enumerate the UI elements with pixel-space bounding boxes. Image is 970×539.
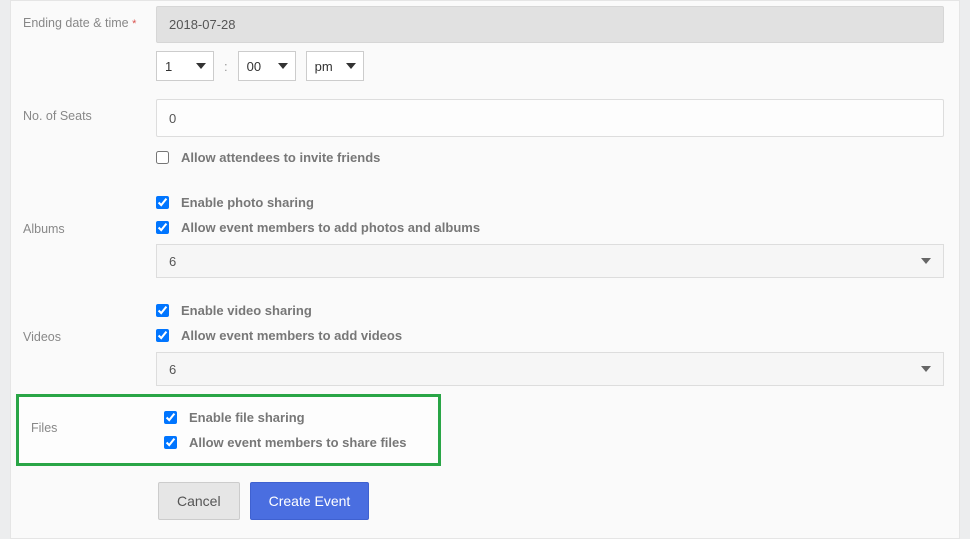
- enable-photo-checkbox[interactable]: [156, 196, 169, 209]
- cancel-button[interactable]: Cancel: [158, 482, 240, 520]
- allow-video-checkbox[interactable]: [156, 329, 169, 342]
- allow-invite-label: Allow attendees to invite friends: [181, 150, 380, 165]
- ending-minute-select[interactable]: 00: [238, 51, 296, 81]
- videos-label: Videos: [11, 298, 156, 344]
- enable-file-label: Enable file sharing: [189, 410, 305, 425]
- albums-label: Albums: [11, 190, 156, 236]
- videos-select[interactable]: 6: [156, 352, 944, 386]
- albums-select[interactable]: 6: [156, 244, 944, 278]
- seats-label: No. of Seats: [11, 99, 156, 123]
- ending-ampm-select[interactable]: pm: [306, 51, 364, 81]
- seats-input[interactable]: [156, 99, 944, 137]
- allow-file-label: Allow event members to share files: [189, 435, 406, 450]
- allow-photo-checkbox[interactable]: [156, 221, 169, 234]
- allow-photo-label: Allow event members to add photos and al…: [181, 220, 480, 235]
- ending-hour-select[interactable]: 1: [156, 51, 214, 81]
- ending-date-field[interactable]: 2018-07-28: [156, 6, 944, 43]
- ending-date-label: Ending date & time *: [11, 6, 156, 30]
- time-separator: :: [224, 59, 228, 74]
- enable-file-checkbox[interactable]: [164, 411, 177, 424]
- enable-video-checkbox[interactable]: [156, 304, 169, 317]
- allow-invite-checkbox[interactable]: [156, 151, 169, 164]
- enable-photo-label: Enable photo sharing: [181, 195, 314, 210]
- create-event-button[interactable]: Create Event: [250, 482, 370, 520]
- enable-video-label: Enable video sharing: [181, 303, 312, 318]
- files-label: Files: [19, 405, 164, 455]
- allow-file-checkbox[interactable]: [164, 436, 177, 449]
- allow-video-label: Allow event members to add videos: [181, 328, 402, 343]
